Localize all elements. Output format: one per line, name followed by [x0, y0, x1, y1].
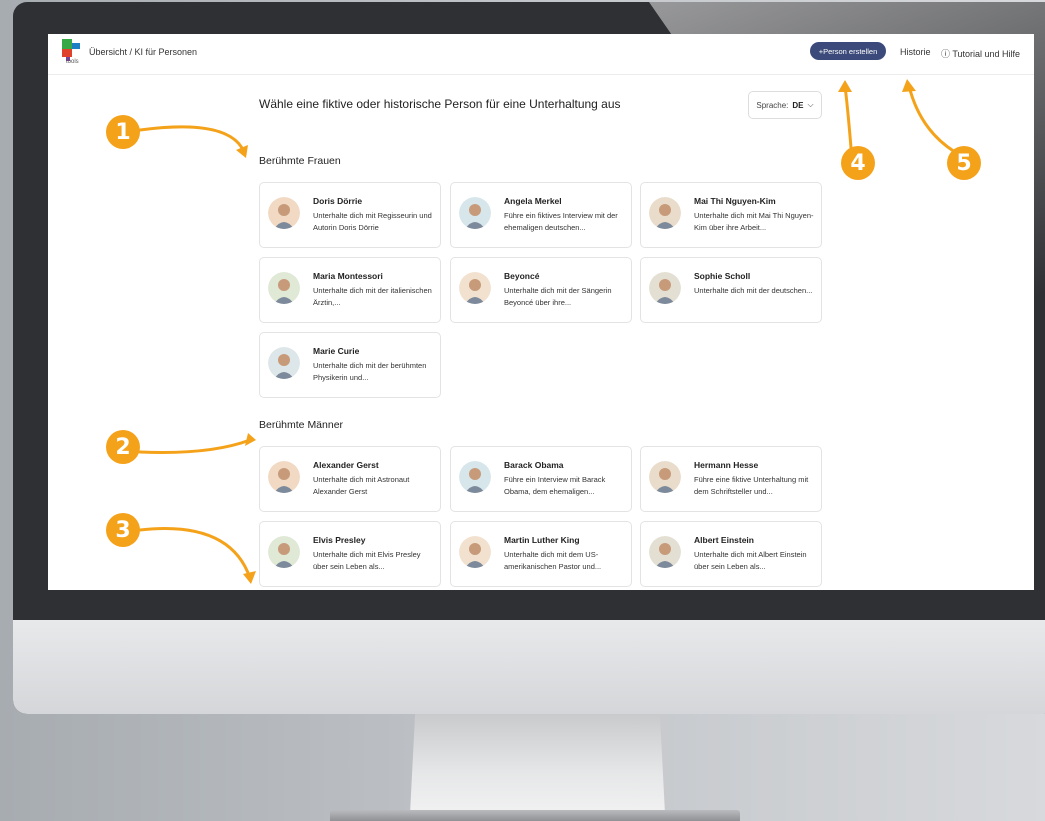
annotation-arrowhead — [902, 79, 916, 92]
annotation-arrow-5 — [907, 84, 957, 154]
annotation-badge-3: 3 — [106, 513, 140, 547]
annotation-badge-2: 2 — [106, 430, 140, 464]
annotation-badge-4: 4 — [841, 146, 875, 180]
annotation-arrows — [138, 79, 957, 584]
annotation-arrowhead — [243, 571, 256, 584]
annotation-badge-5: 5 — [947, 146, 981, 180]
annotation-badge-1: 1 — [106, 115, 140, 149]
annotation-arrow-1 — [138, 125, 246, 154]
annotation-arrow-3 — [138, 527, 252, 580]
annotation-arrow-2 — [138, 438, 252, 454]
annotation-arrowhead — [838, 80, 852, 92]
annotation-arrowhead — [245, 433, 256, 446]
